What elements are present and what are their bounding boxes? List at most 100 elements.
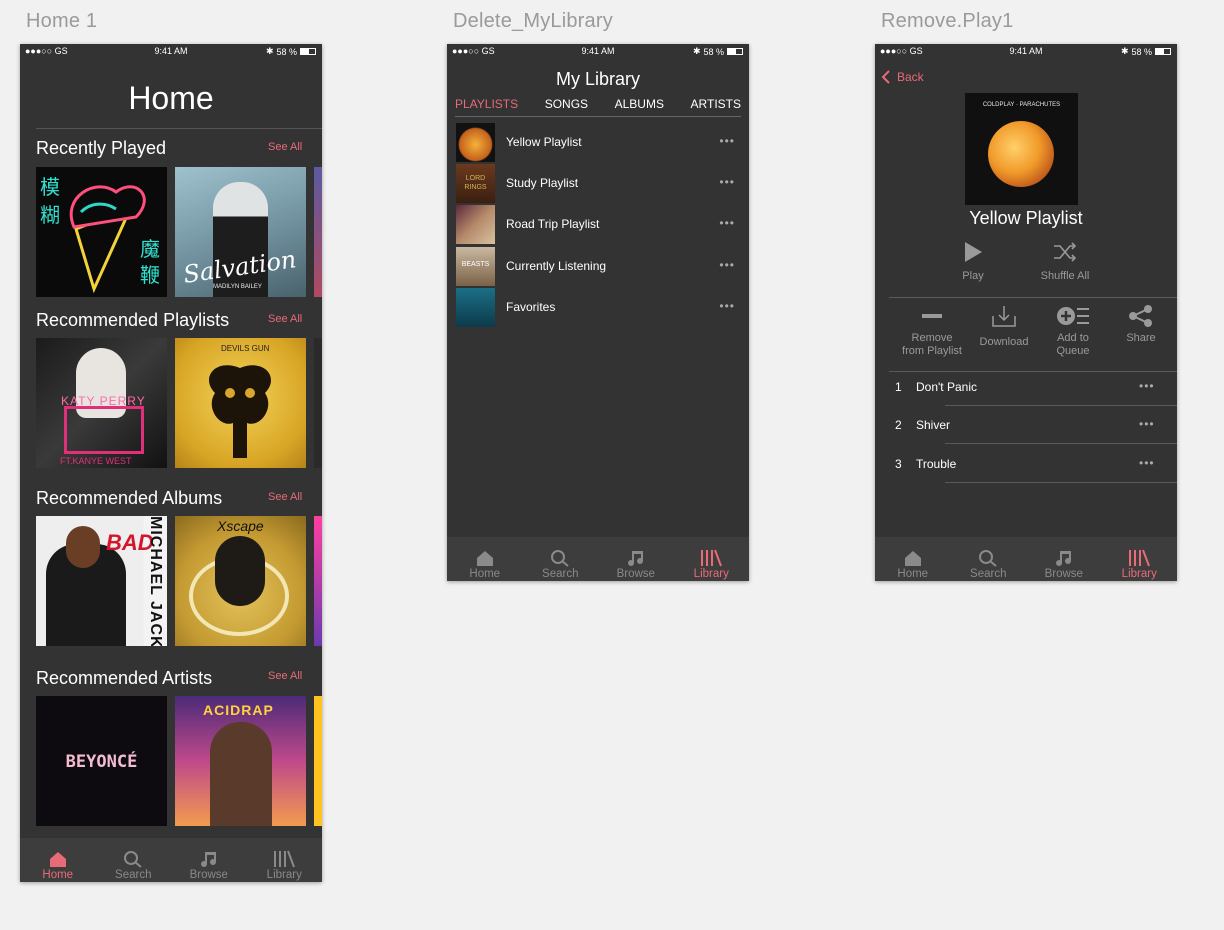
search-icon — [979, 550, 997, 567]
song-row[interactable]: 3 Trouble ••• — [889, 449, 1177, 483]
song-row[interactable]: 2 Shiver ••• — [889, 410, 1177, 444]
add-to-queue-button[interactable]: Add to Queue — [1041, 304, 1105, 358]
chevron-left-icon — [881, 70, 890, 84]
tab-browse[interactable]: Browse — [598, 537, 674, 581]
segment-divider — [455, 116, 741, 117]
tab-library[interactable]: Library — [247, 838, 323, 882]
more-options-icon[interactable]: ••• — [719, 259, 735, 271]
playlist-thumb: BEASTS — [456, 247, 495, 286]
play-icon — [965, 242, 982, 262]
more-options-icon[interactable]: ••• — [719, 300, 735, 312]
artboard-title-playlist: Remove.Play1 — [881, 10, 1014, 32]
more-options-icon[interactable]: ••• — [1139, 380, 1155, 392]
artist-cover-acidrap[interactable]: ACIDRAP — [175, 696, 306, 826]
list-item[interactable]: Yellow Playlist ••• — [455, 122, 741, 162]
battery-percent: 58 % — [1131, 46, 1152, 57]
katy-frame — [64, 406, 144, 454]
playlist-name: Road Trip Playlist — [506, 217, 600, 231]
home-icon — [476, 551, 493, 566]
tab-home[interactable]: Home — [447, 537, 523, 581]
download-icon — [992, 306, 1016, 327]
song-title: Don't Panic — [916, 380, 977, 394]
xscape-title: Xscape — [217, 518, 264, 534]
album-cover-bad[interactable]: BAD MICHAEL JACKSON — [36, 516, 167, 646]
tab-browse-label: Browse — [1044, 568, 1083, 580]
song-number: 2 — [895, 418, 902, 432]
list-item[interactable]: Road Trip Playlist ••• — [455, 204, 741, 244]
queue-label-line-2: Queue — [1056, 345, 1090, 357]
tab-search[interactable]: Search — [951, 537, 1027, 581]
list-item[interactable]: BEASTS Currently Listening ••• — [455, 246, 741, 286]
tab-bar: Home Search Browse Library — [447, 537, 749, 581]
playlist-cover-katy[interactable]: KATY PERRY FT.KANYE WEST — [36, 338, 167, 468]
status-bar: ●●●○○ GS 9:41 AM ✱ 58 % — [20, 44, 322, 58]
song-number: 3 — [895, 457, 902, 471]
play-button[interactable]: Play — [940, 241, 1006, 282]
share-button[interactable]: Share — [1113, 304, 1169, 345]
section-title-recommended-albums: Recommended Albums — [36, 488, 223, 508]
playlist-cover-peek[interactable] — [314, 338, 322, 468]
see-all-recommended-albums[interactable]: See All — [268, 491, 302, 503]
shuffle-button[interactable]: Shuffle All — [1027, 241, 1103, 282]
segment-songs[interactable]: SONGS — [545, 97, 588, 117]
playlist-cover-devils-gun[interactable]: DEVILS GUN — [175, 338, 306, 468]
more-options-icon[interactable]: ••• — [1139, 457, 1155, 469]
see-all-recommended-artists[interactable]: See All — [268, 670, 302, 682]
tab-search-label: Search — [115, 869, 152, 881]
section-title-recommended-playlists: Recommended Playlists — [36, 310, 230, 330]
segment-artists[interactable]: ARTISTS — [691, 97, 741, 117]
segment-playlists[interactable]: PLAYLISTS — [455, 97, 518, 117]
artist-cover-beyonce[interactable]: BEYONCÉ — [36, 696, 167, 826]
album-cover-xscape[interactable]: Xscape — [175, 516, 306, 646]
tab-search-label: Search — [970, 568, 1007, 580]
see-all-recently-played[interactable]: See All — [268, 141, 302, 153]
more-options-icon[interactable]: ••• — [719, 135, 735, 147]
tab-library-label: Library — [1121, 568, 1157, 580]
music-note-icon — [200, 852, 216, 867]
tab-home[interactable]: Home — [20, 838, 96, 882]
more-options-icon[interactable]: ••• — [719, 217, 735, 229]
icecream-char-4: 鞭 — [140, 265, 160, 287]
download-label: Download — [979, 336, 1029, 348]
tab-library[interactable]: Library — [1102, 537, 1178, 581]
song-row[interactable]: 1 Don't Panic ••• — [889, 372, 1177, 406]
xscape-face — [215, 536, 265, 606]
library-icon — [701, 549, 723, 567]
album-cover-icecream[interactable]: 模 糊 魔 鞭 — [36, 167, 167, 297]
icecream-char-1: 模 — [40, 177, 60, 199]
tab-browse[interactable]: Browse — [171, 838, 247, 882]
back-label: Back — [897, 70, 924, 84]
tab-search[interactable]: Search — [523, 537, 599, 581]
tab-library[interactable]: Library — [674, 537, 750, 581]
song-divider — [945, 405, 1177, 406]
artist-cover-peek[interactable] — [314, 696, 322, 826]
list-item[interactable]: LORD RINGS Study Playlist ••• — [455, 163, 741, 203]
download-button[interactable]: Download — [969, 304, 1039, 349]
bluetooth-icon: ✱ — [692, 46, 701, 56]
tab-home-label: Home — [897, 568, 929, 580]
playlist-thumb-label: BEASTS — [461, 261, 490, 268]
more-options-icon[interactable]: ••• — [1139, 418, 1155, 430]
minus-icon — [922, 314, 942, 318]
album-cover-peek-2[interactable] — [314, 516, 322, 646]
playlist-thumb — [456, 288, 495, 327]
search-icon — [551, 550, 569, 567]
list-item[interactable]: Favorites ••• — [455, 287, 741, 327]
shuffle-icon — [1054, 242, 1077, 262]
back-button[interactable]: Back — [881, 69, 924, 85]
see-all-recommended-playlists[interactable]: See All — [268, 313, 302, 325]
playlist-title: Yellow Playlist — [969, 208, 1083, 228]
remove-from-playlist-button[interactable]: Remove from Playlist — [893, 304, 971, 358]
tab-browse[interactable]: Browse — [1026, 537, 1102, 581]
page-title: My Library — [555, 69, 640, 89]
tab-home[interactable]: Home — [875, 537, 951, 581]
album-cover-peek-1[interactable] — [314, 167, 322, 297]
remove-label-line-1: Remove — [911, 332, 953, 344]
more-options-icon[interactable]: ••• — [719, 176, 735, 188]
music-note-icon — [627, 551, 643, 566]
tab-search[interactable]: Search — [96, 838, 172, 882]
queue-label-line-1: Add to — [1057, 332, 1089, 344]
album-cover-salvation[interactable]: Salvation MADILYN BAILEY — [175, 167, 306, 297]
segment-albums[interactable]: ALBUMS — [615, 97, 664, 117]
library-icon — [1129, 549, 1151, 567]
